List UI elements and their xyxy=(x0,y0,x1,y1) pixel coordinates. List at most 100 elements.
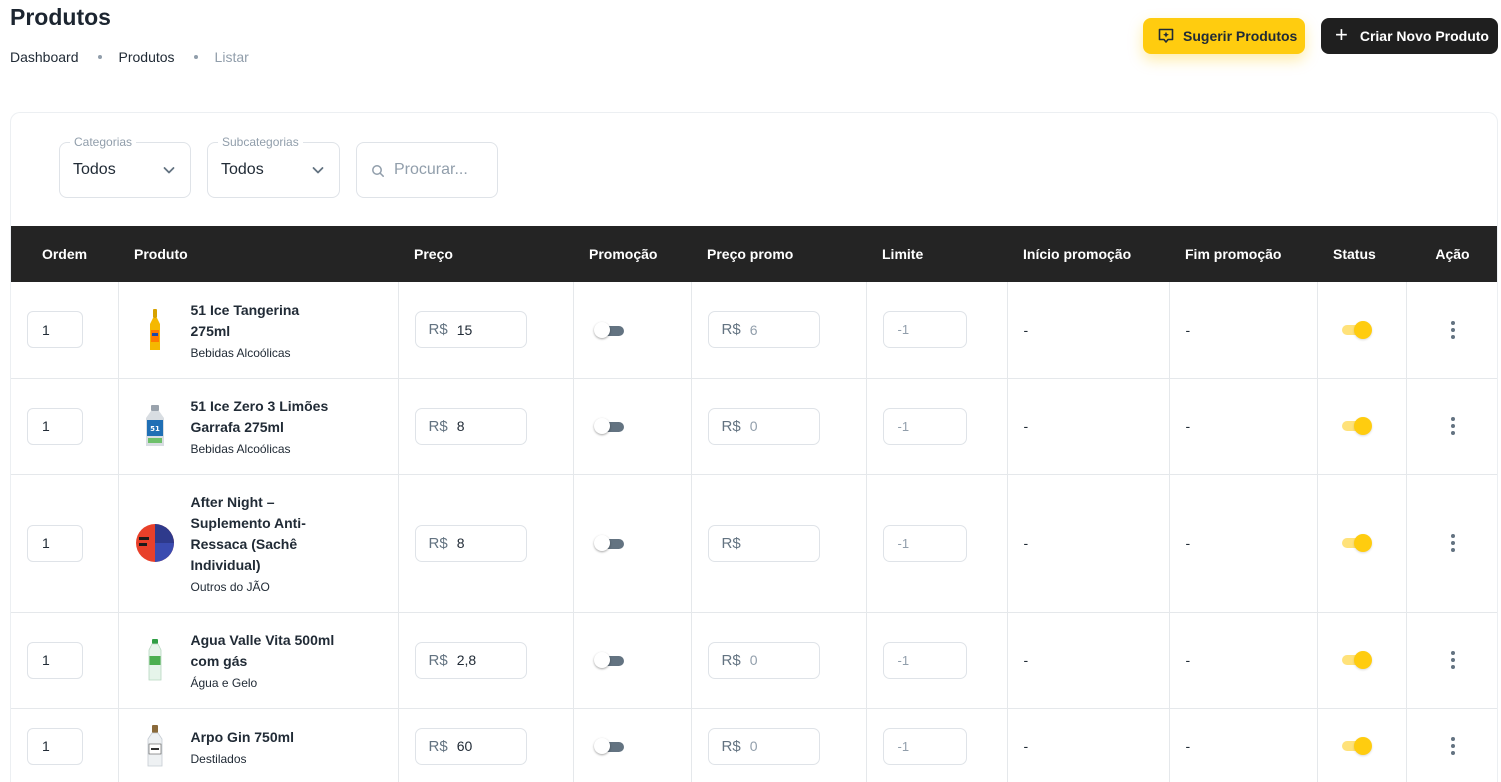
subcategories-value: Todos xyxy=(221,161,264,178)
promo-price-input[interactable]: R$ xyxy=(707,524,820,562)
status-toggle[interactable] xyxy=(1341,737,1372,755)
product-name[interactable]: 51 Ice Zero 3 Limões Garrafa 275ml xyxy=(191,396,341,438)
status-toggle[interactable] xyxy=(1341,320,1372,339)
product-name[interactable]: 51 Ice Tangerina 275ml xyxy=(191,300,341,342)
order-input[interactable]: 1 xyxy=(27,524,83,562)
promo-start: - xyxy=(1007,282,1170,379)
column-header[interactable]: Ação xyxy=(1406,226,1497,282)
product-name[interactable]: Arpo Gin 750ml xyxy=(191,727,341,748)
suggest-products-button[interactable]: Sugerir Produtos xyxy=(1143,18,1305,54)
categories-value: Todos xyxy=(73,161,116,178)
order-input[interactable]: 1 xyxy=(27,727,83,765)
promo-end: - xyxy=(1169,708,1318,782)
column-header[interactable]: Produto xyxy=(118,226,398,282)
product-name[interactable]: After Night – Suplemento Anti-Ressaca (S… xyxy=(191,492,311,576)
categories-label: Categorias xyxy=(70,135,137,149)
product-category: Água e Gelo xyxy=(190,676,258,690)
page-title: Produtos xyxy=(10,4,111,30)
promo-price-value: 0 xyxy=(749,652,758,668)
promo-price-input[interactable]: R$ 0 xyxy=(707,407,820,445)
products-card: Categorias Todos Subcategorias Todos Pro… xyxy=(10,112,1498,782)
promo-start: - xyxy=(1007,612,1170,709)
create-product-button[interactable]: + Criar Novo Produto xyxy=(1321,18,1498,54)
price-value: 2,8 xyxy=(456,652,477,668)
column-header[interactable]: Promoção xyxy=(573,226,691,282)
price-input[interactable]: R$ 15 xyxy=(414,311,527,349)
currency-label: R$ xyxy=(721,321,741,339)
promo-toggle[interactable] xyxy=(593,535,624,551)
promo-toggle[interactable] xyxy=(593,652,624,668)
promo-price-value: 0 xyxy=(749,738,758,754)
column-header[interactable]: Fim promoção xyxy=(1169,226,1317,282)
order-input[interactable]: 1 xyxy=(27,311,83,349)
promo-start: - xyxy=(1007,708,1170,782)
limit-input[interactable]: -1 xyxy=(882,407,967,445)
chevron-down-icon xyxy=(312,167,324,174)
product-thumbnail xyxy=(135,724,175,768)
table-row: 1 Agua Valle Vita 500ml com gás Água e G… xyxy=(11,612,1498,709)
breadcrumb-listar: Listar xyxy=(214,49,249,65)
suggest-products-label: Sugerir Produtos xyxy=(1183,28,1298,44)
products-table: Ordem Produto Preço Promoção Preço promo… xyxy=(11,226,1498,782)
limit-input[interactable]: -1 xyxy=(882,641,967,679)
more-actions-icon[interactable] xyxy=(1407,534,1498,552)
price-value: 8 xyxy=(456,535,465,551)
search-icon xyxy=(372,165,384,177)
promo-price-input[interactable]: R$ 0 xyxy=(707,727,820,765)
search-input[interactable]: Procurar... xyxy=(356,142,498,198)
price-input[interactable]: R$ 2,8 xyxy=(414,641,527,679)
promo-toggle[interactable] xyxy=(593,738,624,754)
more-actions-icon[interactable] xyxy=(1407,320,1498,339)
table-row: 1 After Night – Suplemento Anti-Ressaca … xyxy=(11,474,1498,613)
subcategories-select[interactable]: Subcategorias Todos xyxy=(207,135,340,198)
promo-price-value: 6 xyxy=(749,321,758,338)
column-header[interactable]: Preço promo xyxy=(691,226,866,282)
promo-toggle[interactable] xyxy=(593,418,624,434)
order-input[interactable]: 1 xyxy=(27,407,83,445)
column-header[interactable]: Limite xyxy=(866,226,1007,282)
breadcrumb-produtos[interactable]: Produtos xyxy=(119,49,175,65)
currency-label: R$ xyxy=(721,737,741,755)
currency-label: R$ xyxy=(428,321,448,339)
product-thumbnail xyxy=(135,638,175,682)
product-name[interactable]: Agua Valle Vita 500ml com gás xyxy=(191,630,341,672)
breadcrumb-separator xyxy=(193,55,198,59)
promo-price-input[interactable]: R$ 0 xyxy=(707,641,820,679)
promo-end: - xyxy=(1169,612,1318,709)
price-input[interactable]: R$ 8 xyxy=(414,524,527,562)
status-toggle[interactable] xyxy=(1341,651,1372,669)
table-row: 1 51 Ice Tangerina 275ml Bebidas Alcoóli… xyxy=(11,282,1498,379)
price-input[interactable]: R$ 60 xyxy=(414,727,527,765)
promo-price-input[interactable]: R$ 6 xyxy=(707,311,820,349)
column-header[interactable]: Ordem xyxy=(11,226,118,282)
status-toggle[interactable] xyxy=(1341,417,1372,435)
breadcrumb-dashboard[interactable]: Dashboard xyxy=(10,49,79,65)
price-input[interactable]: R$ 8 xyxy=(414,407,527,445)
promo-start: - xyxy=(1007,474,1170,613)
status-toggle[interactable] xyxy=(1341,534,1372,552)
table-row: 1 51 51 Ice Zero 3 Limões Garrafa 275ml … xyxy=(11,378,1498,475)
promo-toggle[interactable] xyxy=(593,321,624,338)
product-thumbnail: 51 xyxy=(135,404,175,448)
table-row: 1 Arpo Gin 750ml Destilados R$ 60 R$ 0 -1 … xyxy=(11,708,1498,782)
column-header[interactable]: Preço xyxy=(398,226,573,282)
column-header[interactable]: Início promoção xyxy=(1007,226,1169,282)
more-actions-icon[interactable] xyxy=(1407,737,1498,755)
product-thumbnail xyxy=(135,521,175,565)
order-input[interactable]: 1 xyxy=(27,641,83,679)
currency-label: R$ xyxy=(428,737,448,755)
more-actions-icon[interactable] xyxy=(1407,417,1498,435)
currency-label: R$ xyxy=(428,534,448,552)
currency-label: R$ xyxy=(721,651,741,669)
limit-input[interactable]: -1 xyxy=(882,311,967,349)
column-header[interactable]: Status xyxy=(1317,226,1406,282)
limit-input[interactable]: -1 xyxy=(882,524,967,562)
price-value: 15 xyxy=(456,321,473,338)
table-header-row: Ordem Produto Preço Promoção Preço promo… xyxy=(11,226,1497,282)
currency-label: R$ xyxy=(721,534,741,552)
product-category: Bebidas Alcoólicas xyxy=(190,345,291,360)
categories-select[interactable]: Categorias Todos xyxy=(59,135,191,198)
limit-input[interactable]: -1 xyxy=(882,727,967,765)
more-actions-icon[interactable] xyxy=(1407,651,1498,669)
create-product-label: Criar Novo Produto xyxy=(1359,28,1489,44)
